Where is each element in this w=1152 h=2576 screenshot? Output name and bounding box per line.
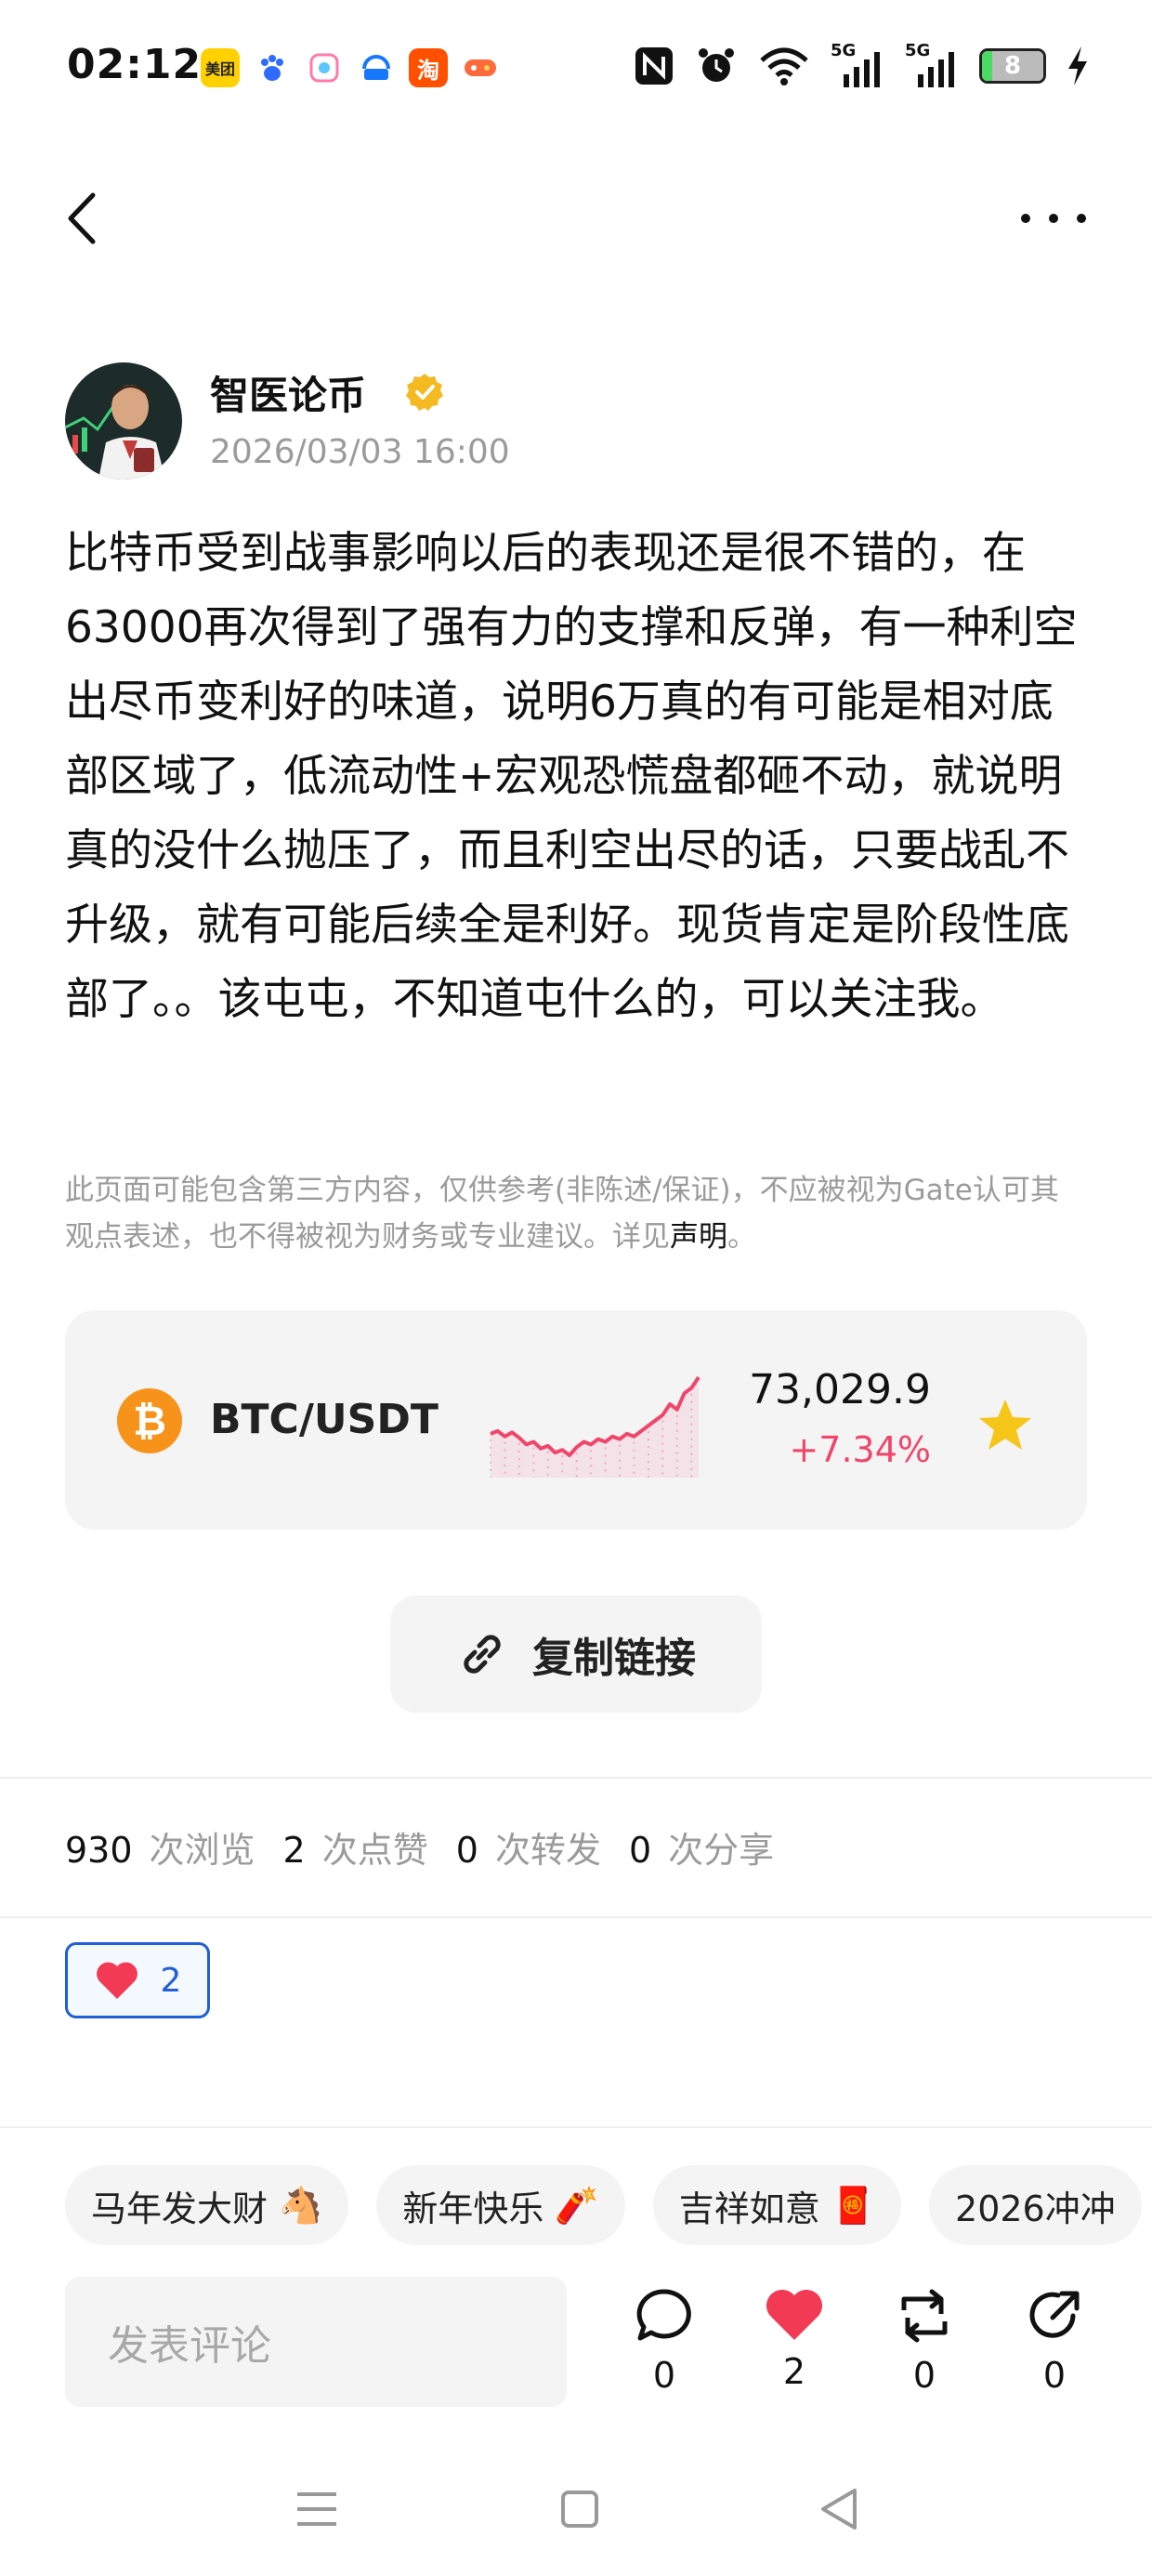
nfc-icon bbox=[635, 47, 673, 85]
horse-emoji-icon: 🐴 bbox=[279, 2184, 323, 2226]
quick-tags: 马年发大财 🐴 新年快乐 🧨 吉祥如意 🧧 2026冲冲 bbox=[65, 2165, 1142, 2245]
ticker-change: +7.34% bbox=[789, 1429, 931, 1470]
tag-chip[interactable]: 2026冲冲 bbox=[929, 2165, 1142, 2245]
divider bbox=[0, 2126, 1152, 2128]
reposts-label: 次转发 bbox=[494, 1830, 601, 1871]
signal-icon-1: 5G bbox=[831, 41, 884, 87]
share-button[interactable]: 0 bbox=[1013, 2286, 1096, 2396]
favorite-star-icon[interactable] bbox=[975, 1396, 1035, 1455]
share-count: 0 bbox=[1042, 2355, 1067, 2396]
heart-icon bbox=[96, 1962, 137, 1999]
status-time: 02:12 bbox=[67, 41, 203, 88]
views-count: 930 bbox=[65, 1830, 133, 1871]
author-name[interactable]: 智医论币 bbox=[210, 364, 366, 421]
divider bbox=[0, 1916, 1152, 1918]
comment-input[interactable]: 发表评论 bbox=[65, 2277, 567, 2407]
comment-button[interactable]: 0 bbox=[622, 2286, 706, 2396]
comment-icon bbox=[636, 2289, 691, 2341]
shares-count: 0 bbox=[628, 1830, 652, 1871]
bitcoin-icon: ₿ bbox=[117, 1388, 182, 1453]
like-button[interactable]: 2 bbox=[753, 2286, 836, 2392]
repost-count: 0 bbox=[912, 2355, 936, 2396]
disclaimer-link[interactable]: 声明 bbox=[670, 1220, 727, 1254]
tag-chip[interactable]: 马年发大财 🐴 bbox=[65, 2165, 349, 2245]
author-avatar[interactable] bbox=[65, 362, 182, 480]
share-icon bbox=[1029, 2291, 1080, 2338]
disclaimer-text: 此页面可能包含第三方内容，仅供参考(非陈述/保证)，不应被视为Gate认可其观点… bbox=[65, 1174, 1059, 1254]
ticker-card[interactable]: ₿ BTC/USDT 73,029.9 +7.34% bbox=[65, 1310, 1087, 1530]
more-options-icon[interactable] bbox=[1018, 195, 1089, 242]
status-bar: 02:12 美团 淘 5G 5G 8 bbox=[0, 0, 1152, 139]
wifi-icon bbox=[760, 47, 808, 85]
menu-icon[interactable] bbox=[294, 2481, 340, 2537]
taobao-icon: 淘 bbox=[409, 48, 448, 87]
reaction-pill[interactable]: 2 bbox=[65, 1942, 210, 2018]
battery-icon: 8 bbox=[979, 48, 1046, 84]
back-arrow-icon[interactable] bbox=[56, 186, 111, 251]
tag-text: 新年快乐 bbox=[402, 2188, 544, 2229]
notification-icons: 美团 淘 bbox=[201, 48, 500, 87]
ticker-pair: BTC/USDT bbox=[210, 1396, 439, 1443]
likes-label: 次点赞 bbox=[321, 1830, 428, 1871]
app-icon bbox=[305, 48, 344, 87]
link-icon bbox=[464, 1635, 501, 1674]
disclaimer: 此页面可能包含第三方内容，仅供参考(非陈述/保证)，不应被视为Gate认可其观点… bbox=[65, 1167, 1087, 1260]
charging-icon bbox=[1068, 46, 1087, 85]
reaction-count: 2 bbox=[160, 1961, 182, 2000]
firecracker-emoji-icon: 🧨 bbox=[555, 2184, 599, 2226]
alarm-icon bbox=[699, 48, 734, 82]
repost-button[interactable]: 0 bbox=[883, 2286, 966, 2396]
repost-icon bbox=[901, 2289, 948, 2343]
alipay-icon bbox=[357, 48, 396, 87]
like-count: 2 bbox=[782, 2351, 806, 2392]
back-nav-icon[interactable] bbox=[818, 2481, 860, 2537]
system-icons: 5G 5G 8 bbox=[634, 41, 1089, 87]
post-stats: 930 次浏览 2 次点赞 0 次转发 0 次分享 bbox=[65, 1821, 802, 1873]
post-timestamp: 2026/03/03 16:00 bbox=[210, 433, 510, 471]
sparkline-area bbox=[491, 1377, 699, 1478]
tag-text: 马年发大财 bbox=[91, 2188, 268, 2229]
tag-text: 2026冲冲 bbox=[955, 2188, 1116, 2229]
disclaimer-end: 。 bbox=[727, 1220, 756, 1254]
price-sparkline bbox=[490, 1375, 700, 1478]
reposts-count: 0 bbox=[455, 1830, 478, 1871]
shares-label: 次分享 bbox=[668, 1830, 775, 1871]
post-body: 比特币受到战事影响以后的表现还是很不错的，在63000再次得到了强有力的支撑和反… bbox=[65, 528, 1078, 1025]
signal-icon-2: 5G bbox=[905, 41, 959, 87]
verified-badge-icon bbox=[406, 374, 443, 411]
comment-count: 0 bbox=[652, 2355, 676, 2396]
tag-text: 吉祥如意 bbox=[678, 2188, 820, 2229]
copy-link-label: 复制链接 bbox=[532, 1635, 696, 1682]
heart-icon bbox=[766, 2289, 823, 2340]
red-envelope-emoji-icon: 🧧 bbox=[831, 2184, 876, 2226]
meituan-icon: 美团 bbox=[201, 48, 240, 87]
copy-link-button[interactable]: 复制链接 bbox=[390, 1596, 762, 1713]
battery-level: 8 bbox=[1003, 52, 1022, 80]
ticker-price: 73,029.9 bbox=[749, 1366, 931, 1413]
baidu-icon bbox=[253, 48, 292, 87]
likes-count: 2 bbox=[282, 1830, 306, 1871]
divider bbox=[0, 1777, 1152, 1779]
tag-chip[interactable]: 吉祥如意 🧧 bbox=[652, 2165, 902, 2245]
game-icon bbox=[461, 48, 500, 87]
home-icon[interactable] bbox=[557, 2481, 602, 2537]
views-label: 次浏览 bbox=[149, 1830, 255, 1871]
tag-chip[interactable]: 新年快乐 🧨 bbox=[376, 2165, 625, 2245]
